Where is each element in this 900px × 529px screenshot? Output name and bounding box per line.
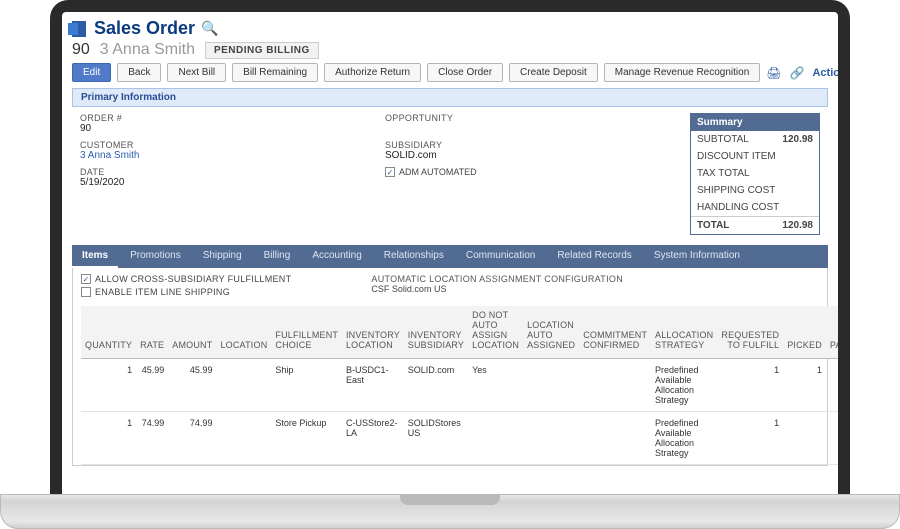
col-loc-auto: LOCATION AUTO ASSIGNED	[523, 306, 579, 359]
customer-link[interactable]: 3 Anna Smith	[80, 150, 139, 161]
alac-value: CSF Solid.com US	[371, 284, 623, 294]
allow-cross-label: ALLOW CROSS-SUBSIDIARY FULFILLMENT	[95, 274, 291, 284]
next-bill-button[interactable]: Next Bill	[167, 63, 226, 82]
discount-label: DISCOUNT ITEM	[697, 151, 776, 162]
tab-accounting[interactable]: Accounting	[302, 245, 371, 268]
col-fulfill-choice: FULFILLMENT CHOICE	[271, 306, 342, 359]
tab-shipping[interactable]: Shipping	[193, 245, 252, 268]
alac-label: AUTOMATIC LOCATION ASSIGNMENT CONFIGURAT…	[371, 274, 623, 284]
handling-label: HANDLING COST	[697, 202, 779, 213]
table-row[interactable]: 145.9945.99ShipB-USDC1-EastSOLID.comYesP…	[81, 359, 838, 412]
edit-button[interactable]: Edit	[72, 63, 111, 82]
tab-system[interactable]: System Information	[644, 245, 750, 268]
table-row[interactable]: 174.9974.99Store PickupC-USStore2-LASOLI…	[81, 412, 838, 465]
document-icon	[72, 21, 86, 37]
summary-title: Summary	[691, 114, 819, 131]
actions-menu[interactable]: Actions ▾	[812, 66, 838, 79]
page-title: Sales Order	[94, 18, 195, 39]
customer-name: 3 Anna Smith	[100, 41, 195, 59]
tax-label: TAX TOTAL	[697, 168, 750, 179]
total-label: TOTAL	[697, 220, 729, 231]
customer-label: CUSTOMER	[80, 140, 365, 150]
bill-remaining-button[interactable]: Bill Remaining	[232, 63, 318, 82]
tab-communication[interactable]: Communication	[456, 245, 545, 268]
primary-info-header: Primary Information	[72, 88, 828, 107]
col-inv-subsidiary: INVENTORY SUBSIDIARY	[404, 306, 468, 359]
opportunity-label: OPPORTUNITY	[385, 113, 670, 123]
shipping-label: SHIPPING COST	[697, 185, 775, 196]
col-inv-location: INVENTORY LOCATION	[342, 306, 404, 359]
manage-revenue-button[interactable]: Manage Revenue Recognition	[604, 63, 761, 82]
col-quantity: QUANTITY	[81, 306, 136, 359]
date-label: DATE	[80, 167, 365, 177]
create-deposit-button[interactable]: Create Deposit	[509, 63, 598, 82]
subsidiary-label: SUBSIDIARY	[385, 140, 670, 150]
link-icon[interactable]: 🔗	[790, 66, 805, 80]
adm-automated-label: ADM AUTOMATED	[399, 167, 477, 177]
tabbar: Items Promotions Shipping Billing Accoun…	[72, 245, 828, 268]
col-picked: PICKED	[783, 306, 826, 359]
tab-related[interactable]: Related Records	[547, 245, 641, 268]
tab-billing[interactable]: Billing	[254, 245, 301, 268]
search-icon[interactable]: 🔍	[201, 20, 218, 37]
close-order-button[interactable]: Close Order	[427, 63, 503, 82]
laptop-stand	[0, 494, 900, 529]
toolbar: Edit Back Next Bill Bill Remaining Autho…	[72, 63, 828, 82]
total-value: 120.98	[782, 220, 813, 231]
order-label: ORDER #	[80, 113, 365, 123]
print-icon[interactable]: 🖨	[766, 66, 781, 80]
back-button[interactable]: Back	[117, 63, 161, 82]
summary-box: Summary SUBTOTAL 120.98 DISCOUNT ITEM TA…	[690, 113, 820, 235]
adm-automated-checkbox[interactable]: ✓	[385, 167, 395, 177]
authorize-return-button[interactable]: Authorize Return	[324, 63, 421, 82]
col-req-fulfill: REQUESTED TO FULFILL	[717, 306, 783, 359]
subtotal-label: SUBTOTAL	[697, 134, 749, 145]
actions-label: Actions	[812, 67, 838, 79]
col-noauto: DO NOT AUTO ASSIGN LOCATION	[468, 306, 523, 359]
order-number: 90	[72, 41, 90, 59]
tab-promotions[interactable]: Promotions	[120, 245, 191, 268]
enable-line-ship-label: ENABLE ITEM LINE SHIPPING	[95, 287, 230, 297]
tab-items[interactable]: Items	[72, 245, 118, 268]
enable-line-ship-checkbox[interactable]	[81, 287, 91, 297]
subtotal-value: 120.98	[782, 134, 813, 145]
col-amount: AMOUNT	[168, 306, 216, 359]
order-value: 90	[80, 123, 365, 134]
items-table: QUANTITY RATE AMOUNT LOCATION FULFILLMEN…	[81, 306, 838, 465]
subsidiary-value: SOLID.com	[385, 150, 670, 161]
status-badge: PENDING BILLING	[205, 42, 319, 59]
date-value: 5/19/2020	[80, 177, 365, 188]
col-packed: PACKED	[826, 306, 838, 359]
allow-cross-checkbox[interactable]: ✓	[81, 274, 91, 284]
col-commit: COMMITMENT CONFIRMED	[579, 306, 651, 359]
col-rate: RATE	[136, 306, 168, 359]
col-alloc: ALLOCATION STRATEGY	[651, 306, 717, 359]
tab-relationships[interactable]: Relationships	[374, 245, 454, 268]
col-location: LOCATION	[216, 306, 271, 359]
